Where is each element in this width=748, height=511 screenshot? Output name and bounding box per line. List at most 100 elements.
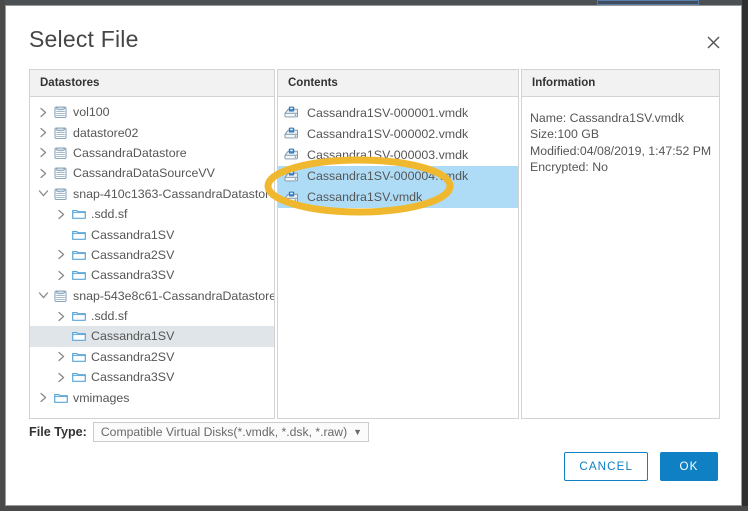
screen: Select File Datastores vol100 datastore02… — [0, 0, 748, 511]
virtual-disk-icon — [284, 148, 304, 161]
tree-item-label: vol100 — [73, 105, 110, 120]
datastore-icon — [51, 187, 70, 201]
tree-item-cassandra1sv[interactable]: Cassandra1SV — [30, 326, 274, 347]
folder-icon — [69, 371, 88, 383]
folder-icon — [51, 392, 70, 404]
information-panel: Information Name: Cassandra1SV.vmdk Size:… — [521, 69, 720, 419]
tree-item-cassandradatastore[interactable]: CassandraDatastore — [30, 143, 274, 163]
file-type-label: File Type: — [29, 425, 87, 439]
virtual-disk-icon — [284, 106, 304, 119]
file-list-item[interactable]: Cassandra1SV-000002.vmdk — [278, 123, 518, 144]
file-type-value: Compatible Virtual Disks(*.vmdk, *.dsk, … — [100, 425, 348, 439]
cancel-button[interactable]: CANCEL — [564, 452, 648, 481]
tree-item-cassandra3sv[interactable]: Cassandra3SV — [30, 265, 274, 285]
file-list-item[interactable]: Cassandra1SV-000004.vmdk — [278, 165, 518, 187]
backdrop-bottom — [0, 506, 748, 511]
tree-item-vol100[interactable]: vol100 — [30, 102, 274, 122]
tree-item-vmimages[interactable]: vmimages — [30, 387, 274, 407]
information-line: Size:100 GB — [530, 127, 600, 142]
chevron-right-icon[interactable] — [54, 351, 69, 362]
datastore-icon — [51, 146, 70, 160]
tree-item-datastore02[interactable]: datastore02 — [30, 122, 274, 142]
virtual-disk-icon — [284, 127, 304, 140]
contents-list[interactable]: Cassandra1SV-000001.vmdk Cassandra1SV-000… — [278, 98, 518, 418]
chevron-right-icon[interactable] — [54, 372, 69, 383]
file-list-item-label: Cassandra1SV-000001.vmdk — [307, 105, 469, 120]
tree-item-label: snap-543e8c61-CassandraDatastore — [73, 288, 274, 303]
chevron-down-icon[interactable] — [36, 188, 51, 199]
chevron-right-icon[interactable] — [54, 209, 69, 220]
dialog-footer: CANCEL OK — [564, 452, 718, 481]
datastore-icon — [51, 289, 70, 303]
tree-item-cassandradatasourcevv[interactable]: CassandraDataSourceVV — [30, 163, 274, 183]
information-line: Name: Cassandra1SV.vmdk — [530, 111, 685, 125]
file-type-select[interactable]: Compatible Virtual Disks(*.vmdk, *.dsk, … — [92, 422, 370, 442]
datastore-icon — [51, 166, 70, 180]
datastores-tree[interactable]: vol100 datastore02 CassandraDatastore Cassa… — [30, 98, 274, 418]
file-type-row: File Type: Compatible Virtual Disks(*.vm… — [29, 422, 370, 442]
file-list-item-label: Cassandra1SV-000004.vmdk — [307, 169, 469, 184]
tree-item-label: CassandraDataSourceVV — [73, 166, 215, 181]
tree-item-label: Cassandra1SV — [91, 329, 175, 344]
datastores-panel: Datastores vol100 datastore02 CassandraDat… — [29, 69, 275, 419]
file-list-item[interactable]: Cassandra1SV-000003.vmdk — [278, 144, 518, 165]
tree-item-snap-543e8c61-cassandradatastore[interactable]: snap-543e8c61-CassandraDatastore — [30, 286, 274, 306]
chevron-right-icon[interactable] — [54, 249, 69, 260]
close-icon[interactable] — [701, 30, 725, 54]
file-list-item[interactable]: Cassandra1SV-000001.vmdk — [278, 102, 518, 123]
folder-icon — [69, 208, 88, 220]
virtual-disk-icon — [284, 170, 304, 183]
tree-item-sdd-sf[interactable]: .sdd.sf — [30, 306, 274, 326]
tree-item-cassandra2sv[interactable]: Cassandra2SV — [30, 347, 274, 367]
information-header: Information — [522, 70, 719, 97]
chevron-right-icon[interactable] — [36, 147, 51, 158]
information-line: Modified:04/08/2019, 1:47:52 PM — [530, 143, 712, 158]
contents-panel: Contents Cassandra1SV-000001.vmdk Cassand… — [277, 69, 519, 419]
folder-icon — [69, 249, 88, 261]
datastore-icon — [51, 105, 70, 119]
tree-item-label: .sdd.sf — [91, 207, 128, 222]
tree-item-cassandra2sv[interactable]: Cassandra2SV — [30, 245, 274, 265]
tree-item-cassandra3sv[interactable]: Cassandra3SV — [30, 367, 274, 387]
tree-item-label: datastore02 — [73, 125, 139, 140]
tree-item-label: Cassandra2SV — [91, 349, 175, 364]
file-list-item[interactable]: Cassandra1SV.vmdk — [278, 186, 518, 208]
tree-item-label: Cassandra2SV — [91, 247, 175, 262]
tree-item-label: .sdd.sf — [91, 309, 128, 324]
chevron-right-icon[interactable] — [36, 168, 51, 179]
tree-item-label: snap-410c1363-CassandraDatastore — [73, 186, 274, 201]
chevron-right-icon[interactable] — [36, 392, 51, 403]
file-list-item-label: Cassandra1SV-000003.vmdk — [307, 147, 469, 162]
chevron-right-icon[interactable] — [54, 311, 69, 322]
tree-item-label: Cassandra3SV — [91, 370, 175, 385]
datastore-icon — [51, 126, 70, 140]
virtual-disk-icon — [284, 191, 304, 204]
folder-icon — [69, 229, 88, 241]
information-body: Name: Cassandra1SV.vmdk Size:100 GB Modifi… — [522, 98, 719, 418]
information-line: Encrypted: No — [530, 160, 608, 175]
datastores-header: Datastores — [30, 70, 274, 97]
page-title: Select File — [29, 26, 139, 52]
chevron-right-icon[interactable] — [36, 127, 51, 138]
tree-item-cassandra1sv[interactable]: Cassandra1SV — [30, 224, 274, 244]
chevron-down-icon: ▼ — [353, 426, 363, 437]
ok-button[interactable]: OK — [660, 452, 718, 481]
tree-item-snap-410c1363-cassandradatastore[interactable]: snap-410c1363-CassandraDatastore — [30, 184, 274, 204]
folder-icon — [69, 330, 88, 342]
contents-header: Contents — [278, 70, 518, 97]
backdrop-right — [742, 0, 748, 511]
folder-icon — [69, 310, 88, 322]
folder-icon — [69, 269, 88, 281]
tree-item-label: CassandraDatastore — [73, 145, 187, 160]
tree-item-label: Cassandra1SV — [91, 227, 175, 242]
tree-item-label: vmimages — [73, 390, 130, 405]
chevron-down-icon[interactable] — [36, 290, 51, 301]
tree-item-label: Cassandra3SV — [91, 268, 175, 283]
file-list-item-label: Cassandra1SV-000002.vmdk — [307, 126, 469, 141]
folder-icon — [69, 351, 88, 363]
file-browser: Datastores vol100 datastore02 CassandraDat… — [29, 69, 720, 419]
tree-item-sdd-sf[interactable]: .sdd.sf — [30, 204, 274, 224]
chevron-right-icon[interactable] — [54, 270, 69, 281]
select-file-dialog: Select File Datastores vol100 datastore02… — [5, 5, 742, 506]
chevron-right-icon[interactable] — [36, 107, 51, 118]
